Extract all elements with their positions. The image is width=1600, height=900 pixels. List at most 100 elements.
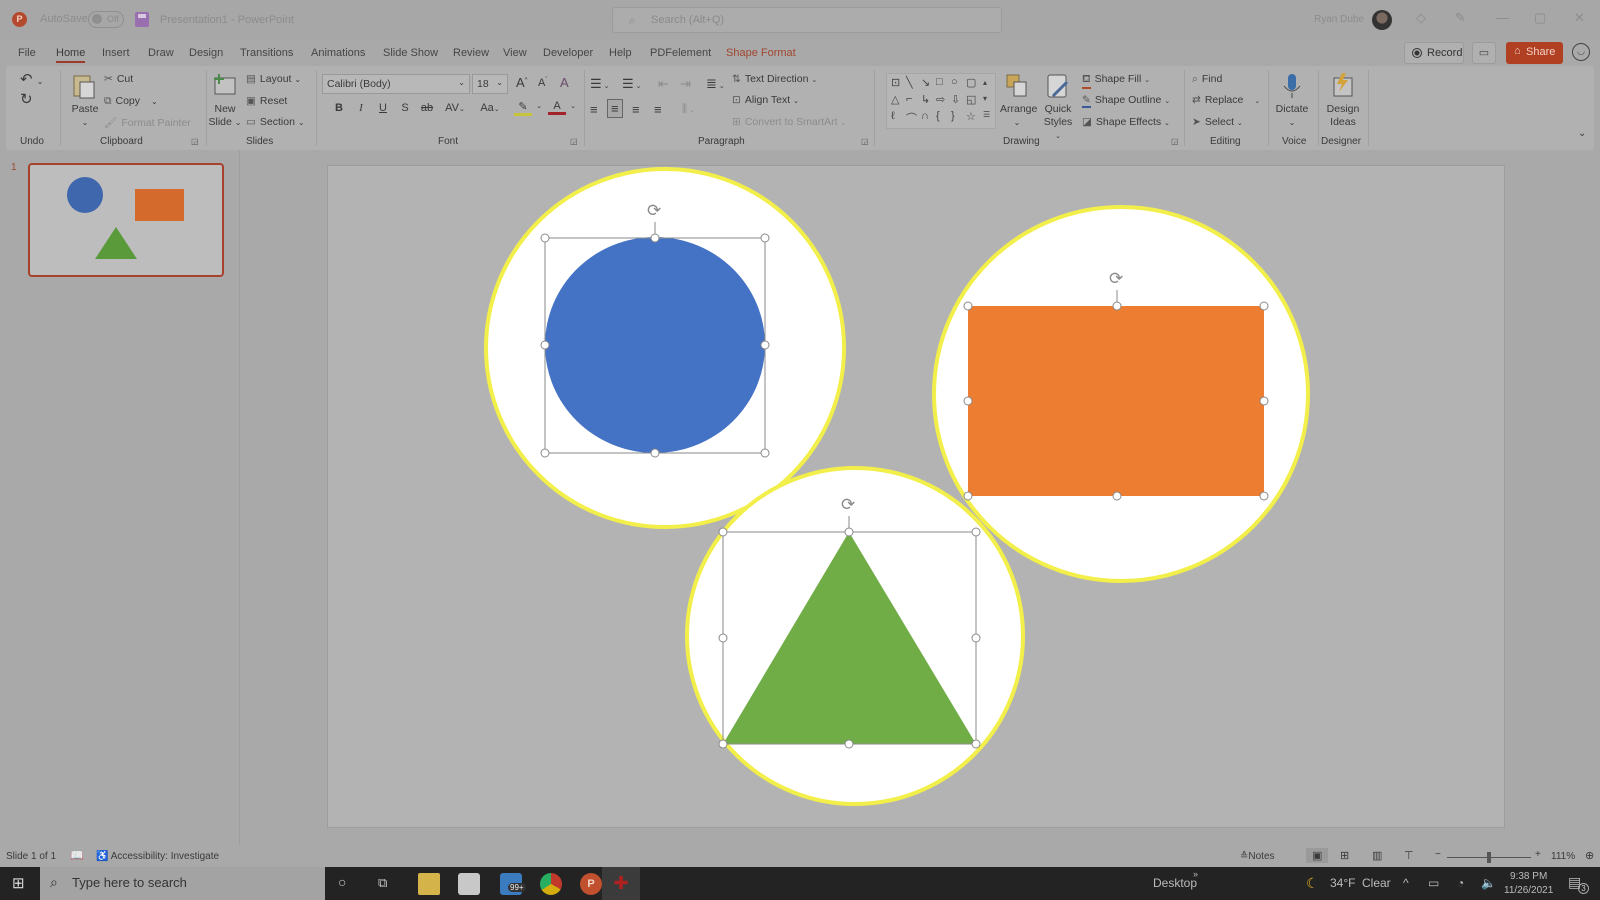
gallery-scroll-up-icon[interactable]: ▴: [983, 78, 987, 87]
font-name-select[interactable]: Calibri (Body) ⌄: [322, 74, 470, 94]
resize-handle[interactable]: [963, 396, 973, 406]
cortana-icon[interactable]: ○: [338, 874, 346, 890]
search-box[interactable]: ⌕ Search (Alt+Q): [612, 7, 1002, 33]
powerpoint-taskbar-icon[interactable]: P: [580, 873, 602, 895]
underline-button[interactable]: U: [374, 102, 392, 114]
decrease-indent-icon[interactable]: ⇤: [658, 76, 669, 92]
resize-handle[interactable]: [1259, 301, 1269, 311]
elbow-connector-shape-icon[interactable]: ⌐: [906, 93, 912, 105]
star-shape-icon[interactable]: ☆: [966, 110, 976, 123]
align-right-icon[interactable]: ≡: [632, 102, 640, 117]
file-explorer-icon[interactable]: [418, 873, 440, 895]
shrink-font-icon[interactable]: Aˇ: [538, 77, 547, 89]
record-button[interactable]: Record: [1404, 42, 1464, 64]
battery-icon[interactable]: ▭: [1428, 876, 1439, 890]
toolbar-expand-icon[interactable]: »: [1193, 869, 1198, 879]
down-arrow-shape-icon[interactable]: ⇩: [951, 93, 960, 106]
tab-insert[interactable]: Insert: [102, 47, 130, 59]
resize-handle[interactable]: [971, 739, 981, 749]
zoom-slider[interactable]: [1447, 852, 1531, 863]
tab-home[interactable]: Home: [56, 47, 86, 63]
columns-icon[interactable]: ⫼ ⌄: [682, 103, 695, 116]
pen-icon[interactable]: ✎: [1455, 10, 1466, 26]
tab-design[interactable]: Design: [189, 47, 223, 59]
line-shape-icon[interactable]: ╲: [906, 76, 913, 89]
reading-view-icon[interactable]: ▥: [1372, 849, 1382, 862]
shapes-gallery[interactable]: ⊡ ╲ ↘ □ ○ ▢ △ ⌐ ↳ ⇨ ⇩ ◱ ℓ ⌒ ∩ { } ☆ ▴ ▾ …: [886, 73, 996, 129]
resize-handle[interactable]: [1112, 491, 1122, 501]
grow-font-icon[interactable]: A^: [516, 75, 528, 90]
italic-button[interactable]: I: [352, 102, 370, 114]
spelling-icon[interactable]: 📖: [70, 849, 84, 862]
resize-handle[interactable]: [540, 340, 550, 350]
arrow-line-shape-icon[interactable]: ↘: [921, 76, 930, 89]
taskbar-search-box[interactable]: ⌕ Type here to search: [40, 867, 325, 900]
normal-view-icon[interactable]: ▣: [1306, 848, 1329, 863]
resize-handle[interactable]: [844, 527, 854, 537]
feedback-smiley-icon[interactable]: ◡: [1572, 43, 1590, 61]
arrange-button[interactable]: Arrange ⌄: [1000, 72, 1037, 129]
weather-desc[interactable]: Clear: [1362, 876, 1391, 890]
resize-handle[interactable]: [650, 448, 660, 458]
active-app-slot[interactable]: ✚: [602, 867, 640, 900]
curve-shape-icon[interactable]: ∩: [921, 110, 929, 122]
resize-handle[interactable]: [963, 491, 973, 501]
avatar[interactable]: [1372, 10, 1392, 30]
zoom-level[interactable]: 111%: [1551, 851, 1575, 862]
line-spacing-icon[interactable]: ≣ ⌄: [706, 76, 725, 92]
resize-handle[interactable]: [971, 633, 981, 643]
tab-draw[interactable]: Draw: [148, 47, 174, 59]
close-icon[interactable]: ✕: [1574, 10, 1585, 26]
replace-button[interactable]: ⇄ Replace ⌄: [1192, 94, 1260, 106]
triangle-shape-icon[interactable]: △: [891, 93, 899, 106]
chevron-down-icon[interactable]: ⌄: [530, 102, 548, 110]
justify-icon[interactable]: ≡: [654, 102, 662, 117]
paragraph-launcher-icon[interactable]: ◲: [861, 137, 869, 146]
accessibility-button[interactable]: ♿ Accessibility: Investigate: [96, 851, 219, 862]
clock[interactable]: 9:38 PM 11/26/2021: [1504, 870, 1553, 898]
bold-button[interactable]: B: [330, 102, 348, 114]
resize-handle[interactable]: [1259, 491, 1269, 501]
text-direction-button[interactable]: ⇅ Text Direction ⌄: [732, 73, 817, 85]
font-launcher-icon[interactable]: ◲: [570, 137, 578, 146]
select-button[interactable]: ➤ Select ⌄: [1192, 116, 1243, 128]
zoom-slider-thumb[interactable]: [1487, 852, 1491, 863]
task-view-icon[interactable]: ⧉: [378, 875, 387, 891]
character-spacing-button[interactable]: AV⌄: [442, 102, 468, 114]
layout-button[interactable]: ▤ Layout ⌄: [246, 73, 301, 85]
chrome-icon[interactable]: [540, 873, 562, 895]
clear-formatting-icon[interactable]: A: [560, 75, 569, 90]
diamond-icon[interactable]: ◇: [1416, 10, 1426, 26]
rounded-rect-shape-icon[interactable]: ▢: [966, 76, 976, 89]
resize-handle[interactable]: [540, 233, 550, 243]
right-arrow-shape-icon[interactable]: ⇨: [936, 93, 945, 106]
paste-button[interactable]: Paste ⌄: [68, 72, 102, 129]
collapse-ribbon-icon[interactable]: ⌄: [1578, 128, 1586, 139]
design-ideas-button[interactable]: Design Ideas: [1322, 72, 1364, 129]
tab-developer[interactable]: Developer: [543, 47, 593, 59]
store-icon[interactable]: [458, 873, 480, 895]
restore-icon[interactable]: ▢: [1534, 10, 1546, 26]
tab-animations[interactable]: Animations: [311, 47, 365, 59]
autosave-toggle[interactable]: Off: [88, 11, 124, 28]
oval-shape[interactable]: [545, 237, 765, 453]
increase-indent-icon[interactable]: ⇥: [680, 76, 691, 92]
arc-shape-icon[interactable]: ⌒: [906, 110, 917, 126]
resize-handle[interactable]: [1112, 301, 1122, 311]
undo-icon[interactable]: ↶ ⌄: [20, 70, 43, 88]
numbering-icon[interactable]: ☰ ⌄: [622, 76, 641, 92]
bullets-icon[interactable]: ☰ ⌄: [590, 76, 609, 92]
dictate-button[interactable]: Dictate ⌄: [1272, 72, 1312, 129]
convert-smartart-button[interactable]: ⊞ Convert to SmartArt ⌄: [732, 116, 846, 128]
clipboard-launcher-icon[interactable]: ◲: [191, 137, 199, 146]
tab-pdfelement[interactable]: PDFelement: [650, 47, 711, 59]
tab-slide-show[interactable]: Slide Show: [383, 47, 438, 59]
rectangle-shape-icon[interactable]: □: [936, 76, 943, 88]
shadow-button[interactable]: S: [396, 102, 414, 114]
resize-handle[interactable]: [760, 340, 770, 350]
shape-fill-button[interactable]: ⛾ Shape Fill ⌄: [1082, 73, 1150, 89]
new-slide-button[interactable]: New Slide ⌄: [206, 72, 244, 129]
strikethrough-button[interactable]: ab: [418, 102, 436, 114]
cut-button[interactable]: ✂ Cut: [104, 73, 133, 85]
textbox-shape-icon[interactable]: ⊡: [891, 76, 900, 89]
